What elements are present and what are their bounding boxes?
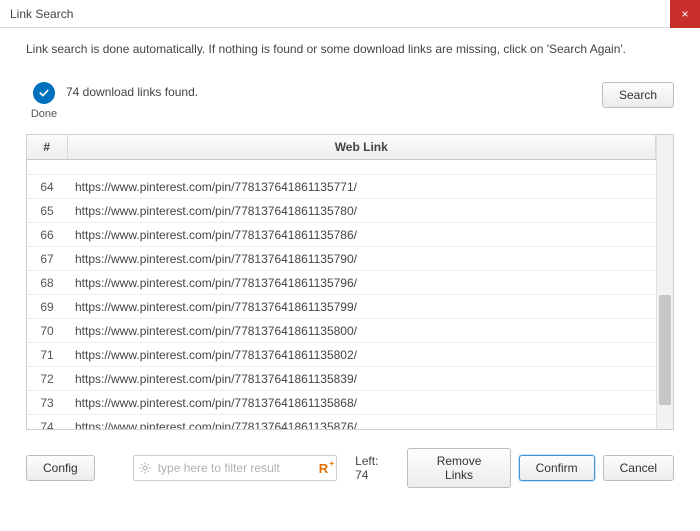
- cell-index: 65: [27, 199, 67, 223]
- cell-link: https://www.pinterest.com/pin/7781376418…: [67, 247, 656, 271]
- footer-bar: Config R+ Left: 74 Remove Links Confirm …: [26, 448, 674, 488]
- col-header-index[interactable]: #: [27, 135, 67, 160]
- col-header-link[interactable]: Web Link: [67, 135, 656, 160]
- table-row[interactable]: 66https://www.pinterest.com/pin/77813764…: [27, 223, 656, 247]
- gear-icon: [138, 461, 152, 475]
- table-row[interactable]: 71https://www.pinterest.com/pin/77813764…: [27, 343, 656, 367]
- cell-link: https://www.pinterest.com/pin/7781376418…: [67, 295, 656, 319]
- cell-link: https://www.pinterest.com/pin/7781376418…: [67, 391, 656, 415]
- cell-index: 71: [27, 343, 67, 367]
- filter-box[interactable]: R+: [133, 455, 337, 481]
- cell-link: https://www.pinterest.com/pin/7781376418…: [67, 343, 656, 367]
- table-row[interactable]: 65https://www.pinterest.com/pin/77813764…: [27, 199, 656, 223]
- cell-index: 66: [27, 223, 67, 247]
- table-row[interactable]: 74https://www.pinterest.com/pin/77813764…: [27, 415, 656, 430]
- close-button[interactable]: ×: [670, 0, 700, 28]
- status-row: Done 74 download links found. Search: [26, 82, 674, 120]
- cell-index: 64: [27, 175, 67, 199]
- table-row[interactable]: 67https://www.pinterest.com/pin/77813764…: [27, 247, 656, 271]
- close-icon: ×: [681, 7, 688, 21]
- cell-index: 74: [27, 415, 67, 430]
- titlebar: Link Search ×: [0, 0, 700, 28]
- confirm-button[interactable]: Confirm: [519, 455, 595, 481]
- cell-link: https://www.pinterest.com/pin/7781376418…: [67, 199, 656, 223]
- cell-link: https://www.pinterest.com/pin/7781376418…: [67, 367, 656, 391]
- search-button[interactable]: Search: [602, 82, 674, 108]
- table-row[interactable]: 70https://www.pinterest.com/pin/77813764…: [27, 319, 656, 343]
- table-row[interactable]: 69https://www.pinterest.com/pin/77813764…: [27, 295, 656, 319]
- scrollbar-thumb[interactable]: [659, 295, 671, 405]
- done-check-icon: [33, 82, 55, 104]
- remove-links-button[interactable]: Remove Links: [407, 448, 510, 488]
- cell-link: https://www.pinterest.com/pin/7781376418…: [67, 415, 656, 430]
- links-table-container: # Web Link 64https://www.pinterest.com/p…: [26, 134, 674, 430]
- cell-link: https://www.pinterest.com/pin/7781376418…: [67, 175, 656, 199]
- vertical-scrollbar[interactable]: [656, 135, 673, 429]
- table-row[interactable]: 64https://www.pinterest.com/pin/77813764…: [27, 175, 656, 199]
- regex-toggle-icon[interactable]: R+: [319, 461, 332, 476]
- window-title: Link Search: [10, 7, 73, 21]
- cell-index: 73: [27, 391, 67, 415]
- done-label: Done: [31, 108, 57, 120]
- links-table: # Web Link 64https://www.pinterest.com/p…: [27, 135, 656, 429]
- cell-index: 69: [27, 295, 67, 319]
- description-text: Link search is done automatically. If no…: [26, 42, 674, 56]
- cell-index: 72: [27, 367, 67, 391]
- table-row[interactable]: 73https://www.pinterest.com/pin/77813764…: [27, 391, 656, 415]
- table-row[interactable]: [27, 160, 656, 175]
- cell-index: 67: [27, 247, 67, 271]
- cell-link: https://www.pinterest.com/pin/7781376418…: [67, 271, 656, 295]
- table-row[interactable]: 72https://www.pinterest.com/pin/77813764…: [27, 367, 656, 391]
- table-row[interactable]: 68https://www.pinterest.com/pin/77813764…: [27, 271, 656, 295]
- cell-index: 70: [27, 319, 67, 343]
- cell-index: 68: [27, 271, 67, 295]
- status-message: 74 download links found.: [66, 82, 602, 99]
- cancel-button[interactable]: Cancel: [603, 455, 674, 481]
- filter-input[interactable]: [152, 461, 319, 475]
- cell-link: https://www.pinterest.com/pin/7781376418…: [67, 223, 656, 247]
- left-count-label: Left: 74: [355, 454, 391, 482]
- cell-link: https://www.pinterest.com/pin/7781376418…: [67, 319, 656, 343]
- config-button[interactable]: Config: [26, 455, 95, 481]
